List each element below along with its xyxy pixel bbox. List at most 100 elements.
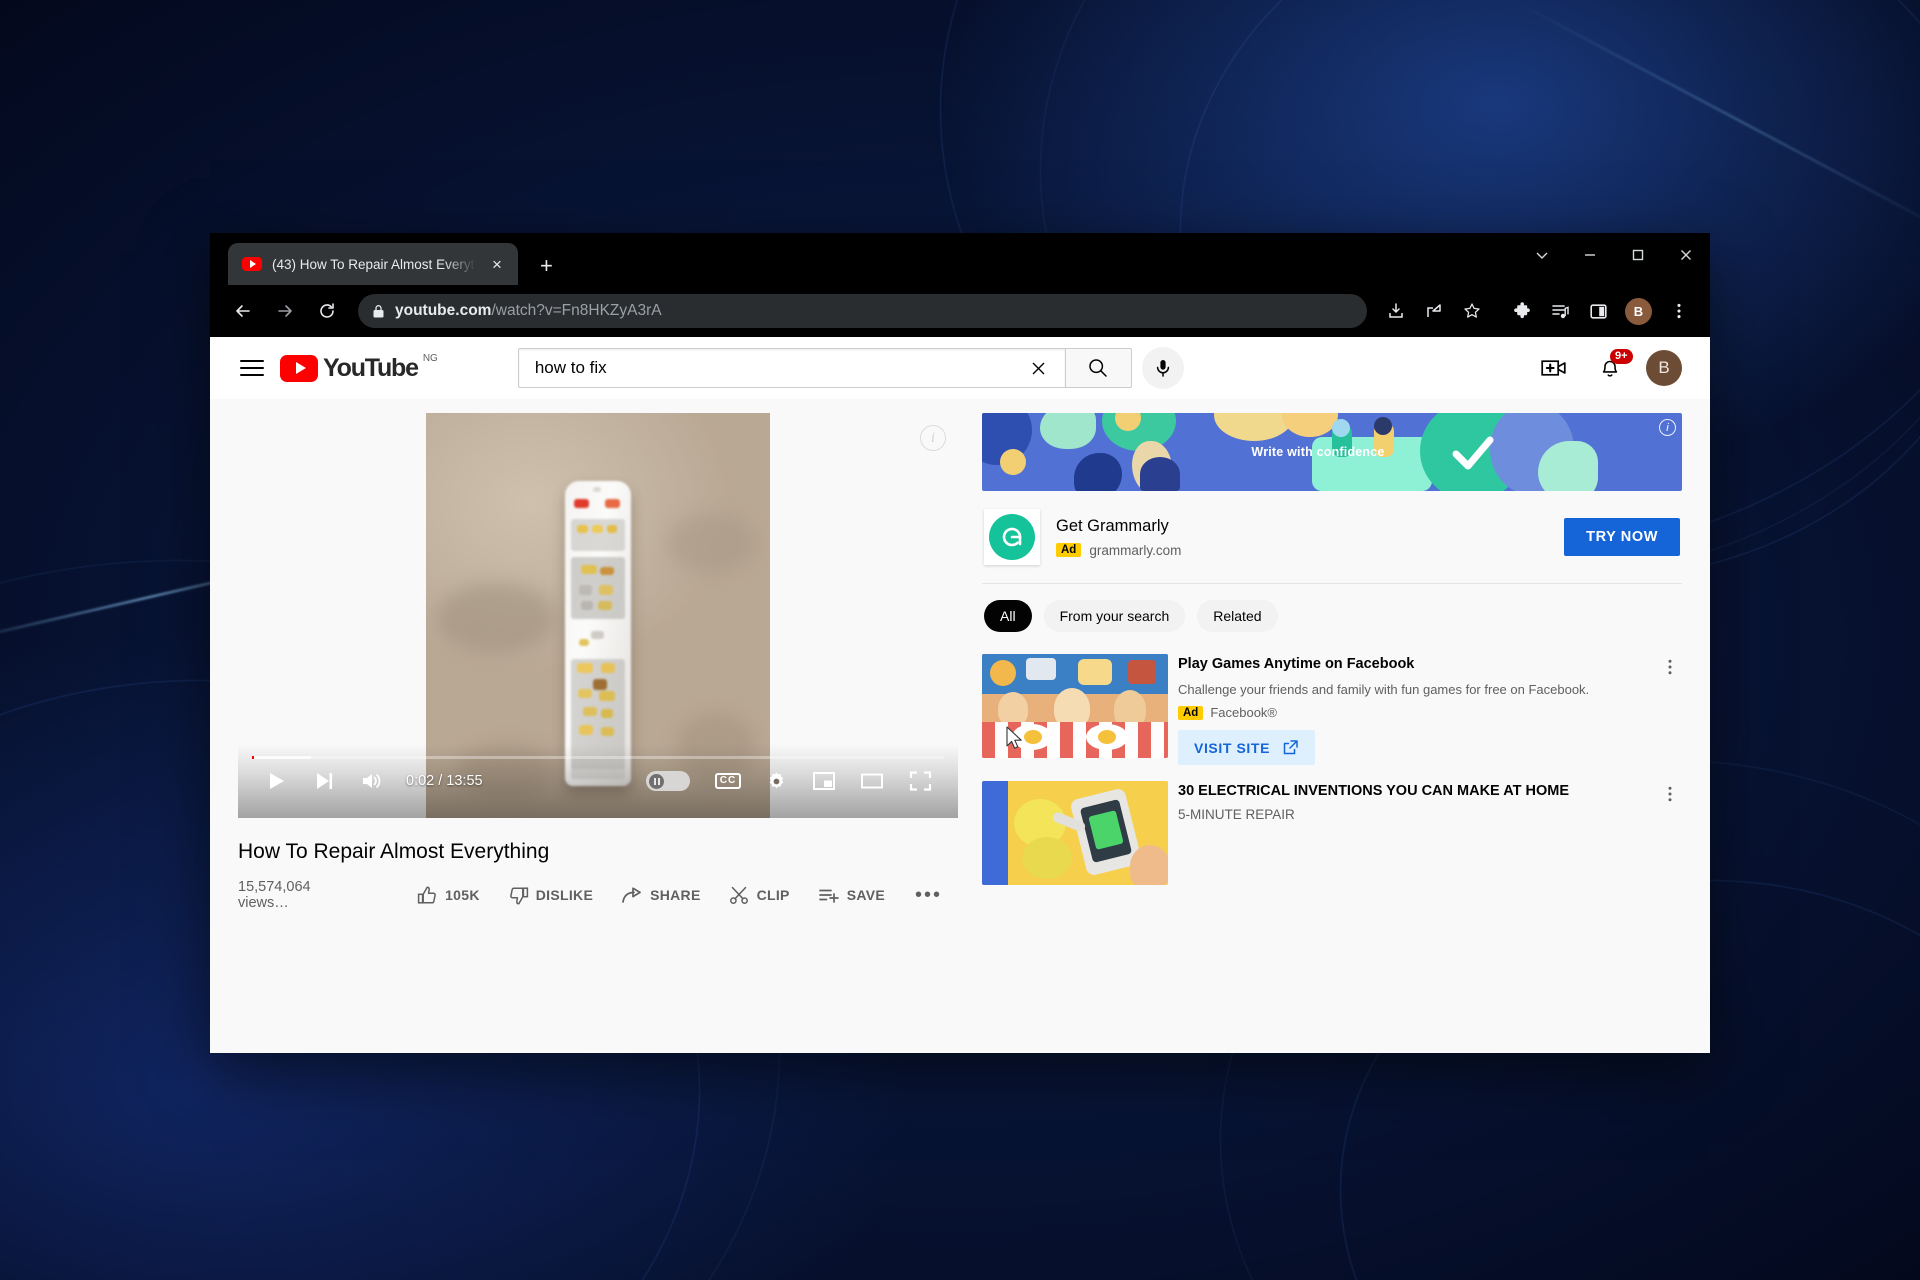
clip-label: CLIP bbox=[756, 887, 790, 903]
video-player[interactable]: i 0:02 / 13:55 CC bbox=[238, 413, 958, 818]
maximize-icon[interactable] bbox=[1614, 233, 1662, 277]
page-title: How To Repair Almost Everything bbox=[238, 840, 550, 863]
like-count: 105K bbox=[445, 887, 480, 903]
search-input[interactable] bbox=[534, 358, 1021, 378]
channel-name: 5-MINUTE REPAIR bbox=[1178, 807, 1295, 822]
like-button[interactable]: 105K bbox=[403, 875, 494, 915]
miniplayer-button[interactable] bbox=[800, 757, 848, 805]
search-clear-icon[interactable] bbox=[1021, 350, 1057, 386]
recommendation-info: 30 ELECTRICAL INVENTIONS YOU CAN MAKE AT… bbox=[1178, 781, 1648, 885]
new-tab-button[interactable]: + bbox=[540, 255, 553, 277]
minimize-icon[interactable] bbox=[1566, 233, 1614, 277]
grammarly-ad-banner[interactable]: Write with confidence i bbox=[982, 413, 1682, 491]
video-progress-bar[interactable] bbox=[252, 756, 944, 759]
create-video-icon[interactable] bbox=[1534, 348, 1574, 388]
cc-label: CC bbox=[714, 773, 742, 789]
reading-list-icon[interactable] bbox=[1543, 294, 1577, 328]
volume-button[interactable] bbox=[348, 757, 396, 805]
video-meta-row: 15,574,064 views… 105K DISLIKE SHARE CLI… bbox=[238, 868, 958, 922]
chip-related[interactable]: Related bbox=[1197, 600, 1278, 632]
bookmark-star-icon[interactable] bbox=[1455, 294, 1489, 328]
forward-arrow-icon[interactable] bbox=[266, 292, 304, 330]
ad-url: grammarly.com bbox=[1089, 542, 1182, 558]
browser-tab[interactable]: (43) How To Repair Almost Everyt × bbox=[228, 243, 518, 285]
more-actions-button[interactable]: ••• bbox=[899, 885, 958, 905]
url-text: youtube.com/watch?v=Fn8HKZyA3rA bbox=[395, 302, 662, 320]
chevron-down-icon[interactable] bbox=[1518, 233, 1566, 277]
progress-played bbox=[252, 756, 254, 759]
search-area bbox=[517, 347, 1184, 389]
video-thumbnail[interactable] bbox=[982, 654, 1168, 758]
tab-close-icon[interactable]: × bbox=[486, 256, 508, 273]
voice-search-button[interactable] bbox=[1141, 347, 1184, 389]
side-panel-icon[interactable] bbox=[1581, 294, 1615, 328]
secondary-column: Write with confidence i Get Grammarly Ad… bbox=[982, 399, 1682, 1053]
view-count: 15,574,064 views… bbox=[238, 879, 311, 911]
youtube-page: YouTube NG how to fix 9+ B i 0:02 / 13:5… bbox=[210, 337, 1710, 1053]
next-video-button[interactable] bbox=[300, 757, 348, 805]
ad-badge: Ad bbox=[1056, 543, 1082, 557]
recommendation-title: Play Games Anytime on Facebook bbox=[1178, 656, 1415, 672]
fullscreen-button[interactable] bbox=[896, 757, 944, 805]
player-controls: 0:02 / 13:55 CC bbox=[238, 744, 958, 818]
download-icon[interactable] bbox=[1379, 294, 1413, 328]
recommendation-description: Challenge your friends and family with f… bbox=[1178, 682, 1590, 697]
share-icon[interactable] bbox=[1417, 294, 1451, 328]
checkmark-icon bbox=[1452, 436, 1494, 470]
browser-window: (43) How To Repair Almost Everyt × + you… bbox=[210, 233, 1710, 1053]
back-arrow-icon[interactable] bbox=[224, 292, 262, 330]
three-dot-menu-icon[interactable] bbox=[1658, 781, 1682, 885]
youtube-play-icon bbox=[280, 354, 318, 382]
youtube-wordmark: YouTube bbox=[323, 353, 419, 382]
list-item[interactable]: Play Games Anytime on Facebook Challenge… bbox=[982, 646, 1682, 773]
reload-icon[interactable] bbox=[308, 292, 346, 330]
video-thumbnail[interactable] bbox=[982, 781, 1168, 885]
header-actions: 9+ B bbox=[1534, 348, 1688, 388]
save-button[interactable]: SAVE bbox=[804, 875, 899, 915]
settings-gear-icon[interactable] bbox=[752, 757, 800, 805]
three-dot-menu-icon[interactable] bbox=[1662, 294, 1696, 328]
share-label: SHARE bbox=[650, 887, 701, 903]
dislike-button[interactable]: DISLIKE bbox=[494, 875, 607, 915]
search-box[interactable] bbox=[517, 348, 1066, 388]
theater-mode-button[interactable] bbox=[848, 757, 896, 805]
info-icon[interactable]: i bbox=[920, 425, 946, 451]
autoplay-knob bbox=[649, 773, 664, 789]
visit-site-button[interactable]: VISIT SITE bbox=[1178, 730, 1316, 765]
recommendation-info: Play Games Anytime on Facebook Challenge… bbox=[1178, 654, 1648, 765]
youtube-icon bbox=[242, 257, 262, 271]
recommendation-advertiser: Ad Facebook® bbox=[1178, 705, 1644, 720]
chip-from-your-search[interactable]: From your search bbox=[1043, 600, 1186, 632]
video-actions: 105K DISLIKE SHARE CLIP SAVE ••• bbox=[403, 875, 958, 915]
hamburger-menu-icon[interactable] bbox=[232, 348, 272, 388]
clip-button[interactable]: CLIP bbox=[715, 875, 804, 915]
play-button[interactable] bbox=[252, 757, 300, 805]
desktop-background: (43) How To Repair Almost Everyt × + you… bbox=[0, 0, 1920, 1280]
notifications-bell-icon[interactable]: 9+ bbox=[1590, 348, 1633, 388]
search-button[interactable] bbox=[1065, 348, 1132, 388]
chip-all[interactable]: All bbox=[984, 600, 1032, 632]
share-button[interactable]: SHARE bbox=[607, 875, 715, 915]
account-avatar[interactable]: B bbox=[1646, 350, 1682, 386]
grammarly-ad-row[interactable]: Get Grammarly Ad grammarly.com TRY NOW bbox=[982, 491, 1682, 584]
recommendation-title: 30 ELECTRICAL INVENTIONS YOU CAN MAKE AT… bbox=[1178, 783, 1569, 799]
try-now-button[interactable]: TRY NOW bbox=[1564, 518, 1680, 556]
three-dot-menu-icon[interactable] bbox=[1658, 654, 1682, 765]
info-icon[interactable]: i bbox=[1659, 419, 1676, 436]
extensions-puzzle-icon[interactable] bbox=[1505, 294, 1539, 328]
list-item[interactable]: 30 ELECTRICAL INVENTIONS YOU CAN MAKE AT… bbox=[982, 773, 1682, 893]
notification-badge: 9+ bbox=[1610, 349, 1633, 364]
ad-text-block: Get Grammarly Ad grammarly.com bbox=[1056, 517, 1548, 558]
autoplay-toggle[interactable] bbox=[646, 771, 690, 791]
progress-buffer bbox=[252, 756, 311, 759]
close-icon[interactable] bbox=[1662, 233, 1710, 277]
subtitles-button[interactable]: CC bbox=[704, 757, 752, 805]
ad-title: Get Grammarly bbox=[1056, 516, 1169, 535]
url-domain: youtube.com bbox=[395, 302, 492, 319]
youtube-logo[interactable]: YouTube NG bbox=[280, 353, 438, 382]
browser-toolbar: youtube.com/watch?v=Fn8HKZyA3rA B bbox=[210, 285, 1710, 337]
address-bar[interactable]: youtube.com/watch?v=Fn8HKZyA3rA bbox=[358, 294, 1367, 328]
ad-badge: Ad bbox=[1178, 705, 1204, 720]
browser-profile-avatar[interactable]: B bbox=[1625, 297, 1652, 325]
advertiser-name: Facebook® bbox=[1210, 705, 1278, 720]
